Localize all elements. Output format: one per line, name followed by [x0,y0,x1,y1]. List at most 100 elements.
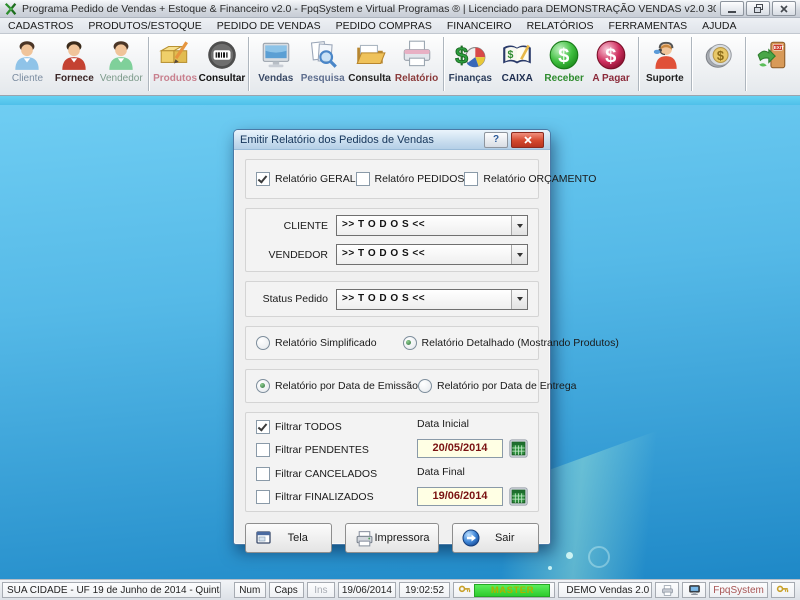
relatorio-orcamento-checkbox[interactable]: Relatório ORÇAMENTO [464,172,596,186]
toolbar-pesquisa-button[interactable]: Pesquisa [299,35,346,93]
filtrar-todos-checkbox[interactable]: Filtrar TODOS [256,420,413,434]
folder-icon [353,37,387,73]
dialog-close-button[interactable] [511,132,544,148]
status-pedido-group: Status Pedido >> T O D O S << [245,281,539,317]
filters-dates-group: Filtrar TODOS Filtrar PENDENTES Filtrar … [245,412,539,512]
toolbar-fornece-label: Fornece [55,73,94,84]
vendedor-dropdown[interactable]: >> T O D O S << [336,244,528,265]
status-num-lock: Num [234,582,266,598]
data-entrega-radio[interactable]: Relatório por Data de Entrega [418,379,577,393]
toolbar-receber-button[interactable]: $ Receber [541,35,588,93]
data-emissao-label: Relatório por Data de Emissão [275,380,418,392]
close-button[interactable] [772,1,796,16]
desktop: Emitir Relatório dos Pedidos de Vendas ?… [0,96,800,579]
toolbar-financas-label: Finanças [449,73,492,84]
toolbar-financas-button[interactable]: $ Finanças [447,35,494,93]
key-icon [458,584,471,597]
relatorio-pedidos-label: Relatóro PEDIDOS [375,173,465,185]
menu-ferramentas[interactable]: FERRAMENTAS [609,20,688,32]
status-location: SUA CIDADE - UF 19 de Junho de 2014 - Qu… [2,582,221,598]
svg-text:$: $ [605,45,616,67]
toolbar-caixa-label: CAIXA [502,73,533,84]
dialog-help-button[interactable]: ? [484,132,508,148]
coin-icon: $ [702,37,736,73]
status-date: 19/06/2014 [338,582,396,598]
menu-financeiro[interactable]: FINANCEIRO [447,20,512,32]
toolbar-coin-button[interactable]: $ [695,35,742,93]
relatorio-simplificado-label: Relatório Simplificado [275,337,377,349]
minimize-button[interactable] [720,1,744,16]
relatorio-geral-checkbox[interactable]: Relatório GERAL [256,172,356,186]
status-printer-panel [655,582,679,598]
status-key-panel [771,582,795,598]
toolbar-vendas-button[interactable]: Vendas [252,35,299,93]
toolbar-apagar-button[interactable]: $ A Pagar [588,35,635,93]
data-entrega-label: Relatório por Data de Entrega [437,380,577,392]
relatorio-detalhado-radio[interactable]: Relatório Detalhado (Mostrando Produtos) [403,336,619,350]
sair-button[interactable]: Sair [452,523,539,553]
app-window: Programa Pedido de Vendas + Estoque & Fi… [0,0,800,600]
toolbar-produtos-button[interactable]: Produtos [152,35,199,93]
checkbox-icon [356,172,370,186]
toolbar-fornece-button[interactable]: Fornece [51,35,98,93]
filtrar-todos-label: Filtrar TODOS [275,421,342,433]
checkbox-icon [256,467,270,481]
menu-cadastros[interactable]: CADASTROS [8,20,73,32]
restore-button[interactable] [746,1,770,16]
toolbar-relatorio-button[interactable]: Relatório [393,35,440,93]
menu-bar: CADASTROS PRODUTOS/ESTOQUE PEDIDO DE VEN… [0,18,800,34]
relatorio-detalhado-label: Relatório Detalhado (Mostrando Produtos) [422,337,619,349]
seller-person-icon [104,37,138,73]
calendar-icon[interactable] [509,439,528,458]
status-user-badge: MASTER [474,584,550,597]
filtrar-pendentes-checkbox[interactable]: Filtrar PENDENTES [256,443,413,457]
checkbox-icon [256,490,270,504]
cliente-dropdown[interactable]: >> T O D O S << [336,215,528,236]
filtrar-finalizados-checkbox[interactable]: Filtrar FINALIZADOS [256,490,413,504]
radio-icon [403,336,417,350]
close-icon [524,136,532,144]
toolbar-consulta-button[interactable]: Consulta [346,35,393,93]
toolbar-cliente-button[interactable]: Cliente [4,35,51,93]
menu-ajuda[interactable]: AJUDA [702,20,736,32]
cliente-vendedor-group: CLIENTE >> T O D O S << VENDEDOR >> T O … [245,208,539,272]
status-pedido-dropdown[interactable]: >> T O D O S << [336,289,528,310]
chevron-down-icon[interactable] [511,245,527,264]
filtrar-cancelados-checkbox[interactable]: Filtrar CANCELADOS [256,467,413,481]
toolbar-vendedor-button[interactable]: Vendedor [98,35,145,93]
status-bar: SUA CIDADE - UF 19 de Junho de 2014 - Qu… [0,579,800,600]
impressora-button[interactable]: Impressora [345,523,438,553]
toolbar-pesquisa-label: Pesquisa [301,73,345,84]
toolbar-suporte-button[interactable]: Suporte [641,35,688,93]
chevron-down-icon[interactable] [511,216,527,235]
menu-pedido-de-vendas[interactable]: PEDIDO DE VENDAS [217,20,321,32]
checkbox-icon [256,172,270,186]
relatorio-pedidos-checkbox[interactable]: Relatóro PEDIDOS [356,172,465,186]
data-inicial-field[interactable]: 20/05/2014 [417,439,503,458]
dialog-body: Relatório GERAL Relatóro PEDIDOS Relatór… [234,150,550,562]
menu-produtos-estoque[interactable]: PRODUTOS/ESTOQUE [88,20,201,32]
tela-button-label: Tela [272,532,331,544]
status-computer-panel [682,582,706,598]
cliente-label: CLIENTE [256,220,328,232]
support-agent-icon [648,37,682,73]
relatorio-simplificado-radio[interactable]: Relatório Simplificado [256,336,377,350]
svg-text:EXIT: EXIT [774,45,784,50]
toolbar-separator [443,37,444,91]
menu-pedido-compras[interactable]: PEDIDO COMPRAS [336,20,432,32]
toolbar-caixa-button[interactable]: $ CAIXA [494,35,541,93]
toolbar-separator [148,37,149,91]
data-emissao-radio[interactable]: Relatório por Data de Emissão [256,379,418,393]
dialog-titlebar: Emitir Relatório dos Pedidos de Vendas ? [234,130,550,150]
menu-relatorios[interactable]: RELATÓRIOS [527,20,594,32]
toolbar-consultar-button[interactable]: Consultar [199,35,246,93]
cliente-dropdown-value: >> T O D O S << [337,216,511,235]
tela-button[interactable]: Tela [245,523,332,553]
radio-icon [256,336,270,350]
calendar-icon[interactable] [509,487,528,506]
toolbar-exit-button[interactable]: EXIT [749,35,796,93]
report-printer-icon [400,37,434,73]
chevron-down-icon[interactable] [511,290,527,309]
data-final-field[interactable]: 19/06/2014 [417,487,503,506]
barcode-icon [205,37,239,73]
